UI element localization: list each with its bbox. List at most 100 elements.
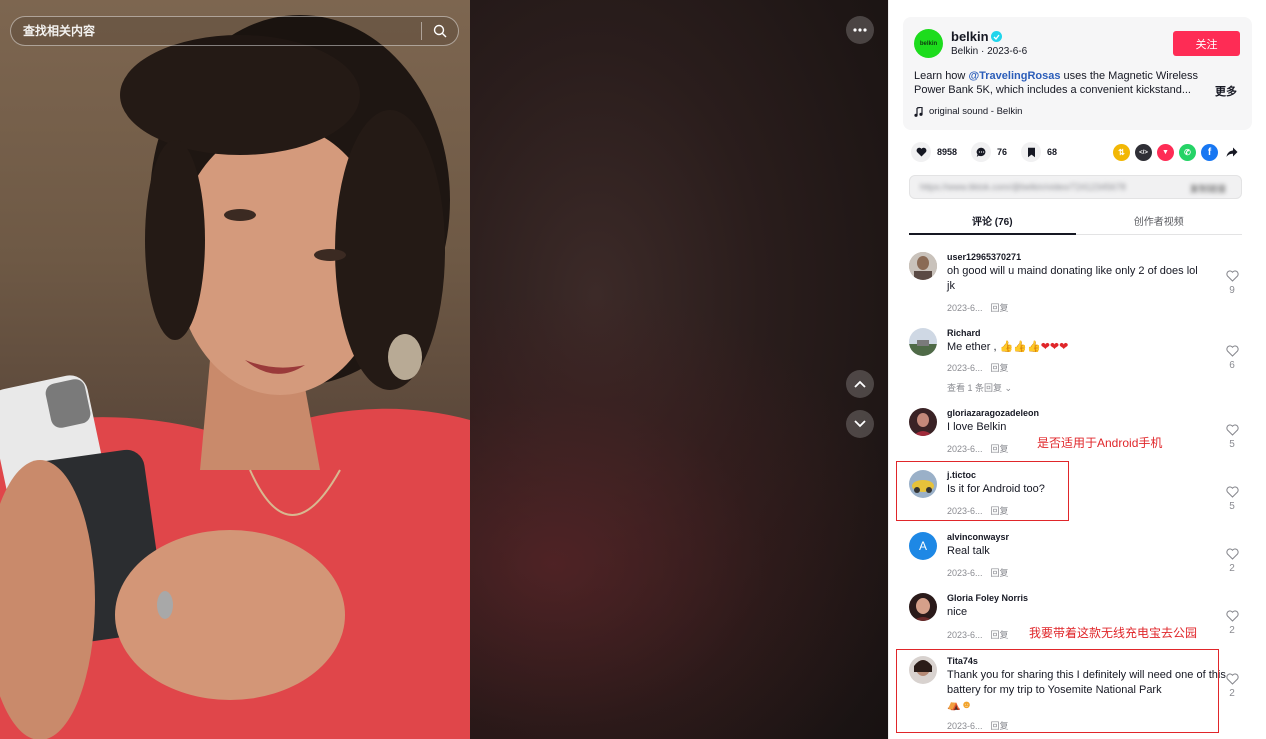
comment-like-button[interactable]: 2	[1225, 610, 1239, 636]
comment-like-count: 6	[1229, 360, 1235, 371]
comment-meta: 2023-6... 回复	[947, 301, 1009, 314]
comment-like-count: 5	[1229, 439, 1235, 450]
heart-outline-icon	[1225, 424, 1239, 436]
comment-avatar[interactable]	[909, 656, 937, 684]
smiling-emoji-icon: ☻	[960, 699, 973, 711]
like-count: 8958	[937, 147, 958, 157]
previous-video-button[interactable]	[846, 370, 874, 398]
comment-text-content: Thank you for sharing this I definitely …	[947, 669, 1226, 696]
comment-text: Me ether , 👍👍👍❤❤❤	[947, 340, 1207, 355]
share-icons: ⇅ </> ▼ ✆ f	[1113, 144, 1240, 161]
comment-item: j.tictoc Is it for Android too? 2023-6..…	[909, 470, 1249, 520]
chevron-down-icon	[854, 420, 866, 428]
comment-item: Tita74s Thank you for sharing this I def…	[909, 656, 1249, 734]
reply-button[interactable]: 回复	[991, 630, 1009, 640]
comment-text: oh good will u maind donating like only …	[947, 265, 1198, 292]
page-root: belkin belkin Belkin · 2023-6-6 关注 Learn…	[0, 0, 1266, 739]
search-input[interactable]	[11, 17, 421, 45]
comment-like-button[interactable]: 2	[1225, 673, 1239, 699]
comment-date: 2023-6...	[947, 721, 983, 731]
comment-username[interactable]: Richard	[947, 328, 981, 338]
comment-avatar[interactable]: A	[909, 532, 937, 560]
reply-button[interactable]: 回复	[991, 444, 1009, 454]
author-avatar[interactable]: belkin	[914, 29, 943, 58]
description-prefix: Learn how	[914, 70, 969, 82]
comment-like-button[interactable]: 9	[1225, 270, 1239, 296]
comment-date: 2023-6...	[947, 303, 983, 313]
bookmark-icon	[1021, 142, 1042, 162]
share-arrow-icon[interactable]	[1223, 144, 1240, 161]
comment-date: 2023-6...	[947, 506, 983, 516]
verified-badge-icon	[991, 31, 1002, 42]
comment-like-count: 2	[1229, 563, 1235, 574]
comment-username[interactable]: j.tictoc	[947, 470, 976, 480]
comment-username[interactable]: Tita74s	[947, 656, 978, 666]
follow-button[interactable]: 关注	[1173, 31, 1240, 56]
reply-button[interactable]: 回复	[991, 721, 1009, 731]
view-replies-button[interactable]: 查看 1 条回复 ⌄	[947, 381, 1012, 394]
like-button[interactable]: 8958	[911, 142, 957, 162]
embed-icon[interactable]: </>	[1135, 144, 1152, 161]
comment-avatar[interactable]	[909, 252, 937, 280]
friends-share-icon[interactable]: ⇅	[1113, 144, 1130, 161]
comment-like-button[interactable]: 2	[1225, 548, 1239, 574]
search-icon	[433, 24, 447, 38]
author-avatar-text: belkin	[919, 40, 938, 47]
comment-meta: 2023-6... 回复	[947, 442, 1009, 455]
comment-text: I love Belkin	[947, 421, 1007, 433]
copy-link-button[interactable]: 复制链接	[1190, 182, 1226, 195]
comment-meta: 2023-6... 回复	[947, 361, 1009, 374]
comment-bubble-icon	[971, 142, 992, 162]
comment-meta: 2023-6... 回复	[947, 566, 1009, 579]
whatsapp-icon[interactable]: ✆	[1179, 144, 1196, 161]
comment-button[interactable]: 76	[971, 142, 1007, 162]
blur-shape	[470, 300, 888, 739]
comment-item: user12965370271 oh good will u maind don…	[909, 252, 1249, 314]
tab-comments[interactable]: 评论 (76)	[909, 207, 1076, 235]
comment-username[interactable]: Gloria Foley Norris	[947, 593, 1028, 603]
comment-like-button[interactable]: 6	[1225, 345, 1239, 371]
more-dots-icon	[853, 28, 867, 32]
comment-username[interactable]: user12965370271	[947, 252, 1021, 262]
comment-like-button[interactable]: 5	[1225, 424, 1239, 450]
facebook-icon[interactable]: f	[1201, 144, 1218, 161]
send-icon[interactable]: ▼	[1157, 144, 1174, 161]
comment-username[interactable]: alvinconwaysr	[947, 532, 1009, 542]
comment-username[interactable]: gloriazaragozadeleon	[947, 408, 1039, 418]
tab-creator-videos[interactable]: 创作者视频	[1076, 207, 1243, 234]
save-button[interactable]: 68	[1021, 142, 1057, 162]
save-count: 68	[1047, 147, 1058, 157]
comment-date: 2023-6...	[947, 630, 983, 640]
comment-date: 2023-6...	[947, 444, 983, 454]
video-link-box[interactable]: https://www.tiktok.com/@belkin/video/724…	[909, 175, 1242, 199]
reply-button[interactable]: 回复	[991, 506, 1009, 516]
author-name[interactable]: belkin	[951, 29, 989, 44]
video-link-url[interactable]: https://www.tiktok.com/@belkin/video/724…	[920, 182, 1170, 192]
comment-like-button[interactable]: 5	[1225, 486, 1239, 512]
more-options-button[interactable]	[846, 16, 874, 44]
next-video-button[interactable]	[846, 410, 874, 438]
reply-button[interactable]: 回复	[991, 363, 1009, 373]
comment-avatar[interactable]	[909, 593, 937, 621]
comment-avatar[interactable]	[909, 328, 937, 356]
description-mention-link[interactable]: @TravelingRosas	[968, 70, 1060, 82]
side-panel: belkin belkin Belkin · 2023-6-6 关注 Learn…	[888, 0, 1266, 739]
comment-avatar[interactable]	[909, 470, 937, 498]
video-info-card: belkin belkin Belkin · 2023-6-6 关注 Learn…	[903, 17, 1252, 130]
comment-meta: 2023-6... 回复	[947, 719, 1009, 732]
comment-item: Richard Me ether , 👍👍👍❤❤❤ 2023-6... 回复 查看…	[909, 328, 1249, 394]
description-more-button[interactable]: 更多	[1215, 83, 1237, 99]
video-content-illustration	[0, 15, 470, 739]
video-frame[interactable]	[0, 0, 470, 739]
reply-button[interactable]: 回复	[991, 568, 1009, 578]
search-button[interactable]	[422, 17, 458, 45]
video-player[interactable]	[0, 0, 888, 739]
chevron-down-icon: ⌄	[1004, 383, 1013, 393]
search-bar[interactable]	[10, 16, 459, 46]
sound-link[interactable]: original sound - Belkin	[914, 106, 1022, 117]
comment-text: nice	[947, 606, 968, 618]
comment-text-content: Me ether ,	[947, 341, 997, 353]
reply-button[interactable]: 回复	[991, 303, 1009, 313]
comment-like-count: 5	[1229, 501, 1235, 512]
comment-avatar[interactable]	[909, 408, 937, 436]
